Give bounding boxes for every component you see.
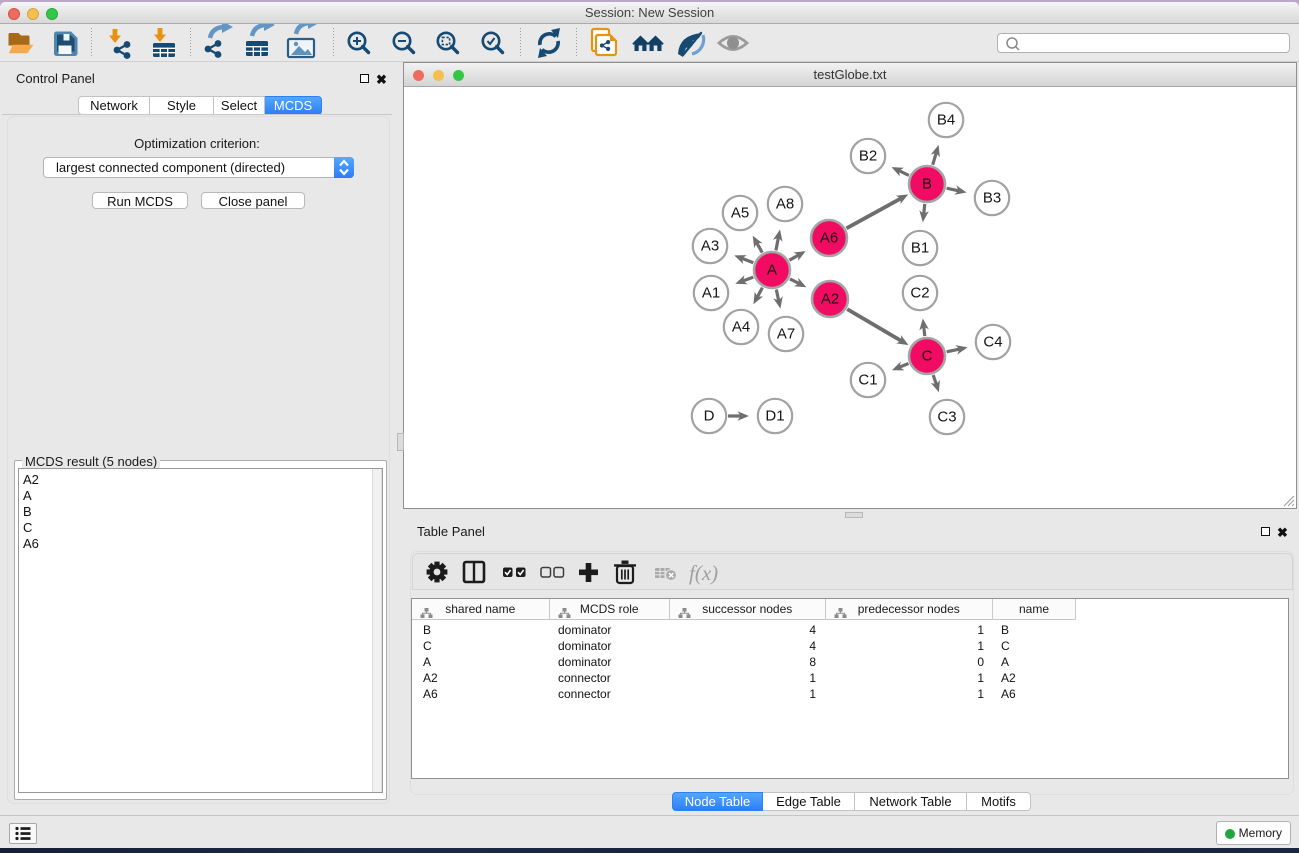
svg-text:A7: A7 bbox=[777, 326, 795, 343]
svg-text:C4: C4 bbox=[983, 334, 1002, 351]
svg-text:D1: D1 bbox=[765, 408, 784, 425]
svg-text:B3: B3 bbox=[983, 190, 1001, 207]
svg-text:A2: A2 bbox=[821, 291, 839, 308]
svg-text:C3: C3 bbox=[937, 409, 956, 426]
svg-text:A5: A5 bbox=[731, 205, 749, 222]
svg-text:A6: A6 bbox=[820, 230, 838, 247]
svg-text:A8: A8 bbox=[776, 196, 794, 213]
svg-text:A3: A3 bbox=[701, 238, 719, 255]
svg-text:A4: A4 bbox=[732, 319, 750, 336]
svg-text:D: D bbox=[704, 408, 715, 425]
svg-text:f(x): f(x) bbox=[689, 561, 718, 585]
svg-text:B2: B2 bbox=[859, 148, 877, 165]
svg-text:A1: A1 bbox=[702, 285, 720, 302]
svg-text:C1: C1 bbox=[858, 372, 877, 389]
svg-text:B4: B4 bbox=[937, 112, 955, 129]
svg-text:B1: B1 bbox=[911, 240, 929, 257]
svg-text:C: C bbox=[922, 348, 933, 365]
svg-text:A: A bbox=[767, 262, 777, 279]
svg-text:B: B bbox=[922, 176, 932, 193]
svg-text:C2: C2 bbox=[910, 285, 929, 302]
